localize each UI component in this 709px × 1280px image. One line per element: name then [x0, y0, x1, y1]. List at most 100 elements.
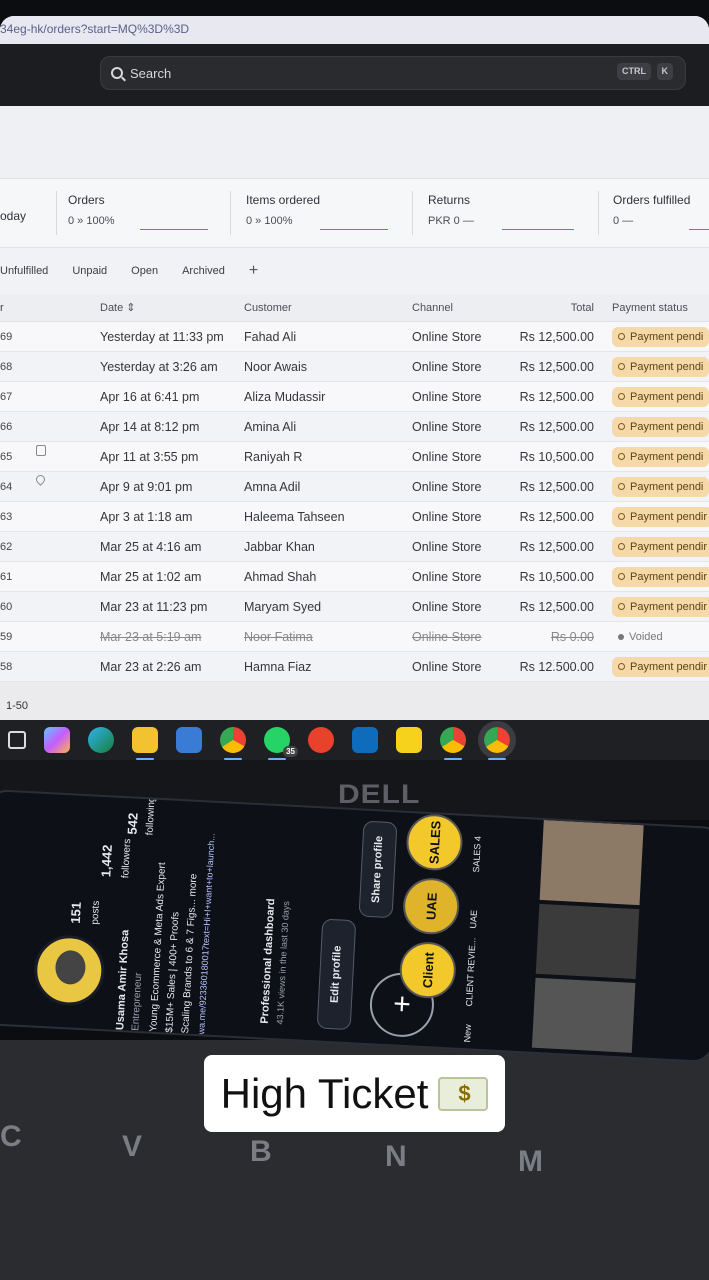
- bio-link[interactable]: wa.me/923360180017text=Hi+I+want+to+laun…: [196, 833, 217, 1035]
- sparkline: [320, 229, 388, 230]
- table-row[interactable]: 69 Yesterday at 11:33 pm Fahad Ali Onlin…: [0, 322, 709, 352]
- copilot-icon[interactable]: [44, 727, 70, 753]
- order-customer: Haleema Tahseen: [244, 509, 345, 524]
- tab-open[interactable]: Open: [131, 265, 158, 277]
- order-number: 58: [0, 660, 13, 673]
- payment-status-badge: Payment pendi: [612, 386, 709, 407]
- header-date[interactable]: Date ⇕: [100, 301, 244, 314]
- table-row[interactable]: 64 Apr 9 at 9:01 pm Amna Adil Online Sto…: [0, 472, 709, 502]
- edge-browser-icon[interactable]: [88, 727, 114, 753]
- payment-status-badge: Payment pendi: [612, 326, 709, 347]
- dashboard-title[interactable]: Professional dashboard: [259, 898, 278, 1024]
- order-total: Rs 12,500.00: [519, 389, 594, 404]
- divider: [598, 191, 599, 235]
- post-thumbnail[interactable]: [535, 903, 640, 980]
- microsoft-store-icon[interactable]: [176, 727, 202, 753]
- order-number: 68: [0, 360, 13, 373]
- table-header: r Date ⇕ Customer Channel Total Payment …: [0, 294, 709, 322]
- order-filter-tabs: Unfulfilled Unpaid Open Archived +: [0, 248, 709, 294]
- order-customer: Noor Awais: [244, 359, 307, 374]
- chrome-profile-icon[interactable]: [440, 727, 466, 760]
- task-view-icon[interactable]: [8, 731, 26, 749]
- header-payment-status[interactable]: Payment status: [602, 302, 709, 314]
- table-row[interactable]: 60 Mar 23 at 11:23 pm Maryam Syed Online…: [0, 592, 709, 622]
- order-date: Yesterday at 3:26 am: [100, 359, 218, 374]
- tab-unpaid[interactable]: Unpaid: [72, 265, 107, 277]
- order-customer: Aliza Mudassir: [244, 389, 326, 404]
- divider: [412, 191, 413, 235]
- order-channel: Online Store: [412, 569, 482, 584]
- highlight-uae[interactable]: UAE: [401, 876, 461, 936]
- highlight-label-uae: UAE: [468, 909, 480, 929]
- payment-status-badge: Payment pendir: [612, 536, 709, 557]
- table-row[interactable]: 62 Mar 25 at 4:16 am Jabbar Khan Online …: [0, 532, 709, 562]
- order-total: Rs 12,500.00: [519, 539, 594, 554]
- whatsapp-icon[interactable]: 35: [264, 727, 298, 760]
- metric-items-ordered[interactable]: Items ordered 0 » 100%: [246, 193, 388, 230]
- order-total: Rs 12,500.00: [519, 419, 594, 434]
- metric-returns[interactable]: Returns PKR 0 —: [428, 193, 574, 230]
- search-input[interactable]: Search CTRL K: [100, 56, 686, 90]
- windows-taskbar: 35: [0, 720, 709, 760]
- table-row[interactable]: 63 Apr 3 at 1:18 am Haleema Tahseen Onli…: [0, 502, 709, 532]
- order-channel: Online Store: [412, 359, 482, 374]
- metric-value: 0 » 100%: [68, 215, 115, 227]
- table-row[interactable]: 66 Apr 14 at 8:12 pm Amina Ali Online St…: [0, 412, 709, 442]
- post-thumbnail[interactable]: [531, 977, 636, 1053]
- header-channel[interactable]: Channel: [412, 302, 502, 314]
- table-row[interactable]: 65 Apr 11 at 3:55 pm Raniyah R Online St…: [0, 442, 709, 472]
- story-caption: High Ticket: [204, 1055, 505, 1132]
- order-customer: Maryam Syed: [244, 599, 322, 614]
- order-date: Apr 11 at 3:55 pm: [100, 449, 199, 464]
- profile-avatar[interactable]: [32, 933, 107, 1008]
- outlook-icon[interactable]: [352, 727, 378, 753]
- highlight-sales[interactable]: SALES: [405, 812, 464, 872]
- money-icon: [438, 1076, 489, 1111]
- chrome-icon[interactable]: [220, 727, 246, 760]
- order-customer: Hamna Fiaz: [244, 659, 312, 674]
- followers-count: 1,442: [98, 844, 115, 878]
- sparkline: [140, 229, 208, 230]
- post-thumbnail[interactable]: [539, 819, 644, 906]
- metric-orders[interactable]: Orders 0 » 100%: [68, 193, 208, 230]
- sticky-notes-icon[interactable]: [396, 727, 422, 753]
- metric-label: Orders: [68, 193, 105, 207]
- metric-label: Orders fulfilled: [613, 193, 691, 207]
- order-total: Rs 10,500.00: [519, 569, 594, 584]
- order-total: Rs 12,500.00: [519, 359, 594, 374]
- edit-profile-button[interactable]: Edit profile: [316, 918, 357, 1031]
- metric-orders-fulfilled[interactable]: Orders fulfilled 0 —: [613, 193, 709, 230]
- tab-archived[interactable]: Archived: [182, 265, 225, 277]
- table-row[interactable]: 67 Apr 16 at 6:41 pm Aliza Mudassir Onli…: [0, 382, 709, 412]
- order-channel: Online Store: [412, 509, 482, 524]
- wps-office-icon[interactable]: [308, 727, 334, 753]
- table-row[interactable]: 58 Mar 23 at 2:26 am Hamna Fiaz Online S…: [0, 652, 709, 682]
- key-b: B: [250, 1135, 272, 1168]
- table-row[interactable]: 68 Yesterday at 3:26 am Noor Awais Onlin…: [0, 352, 709, 382]
- header-customer[interactable]: Customer: [244, 302, 412, 314]
- bio-line-2: $15M+ Sales | 400+ Proofs: [164, 911, 182, 1033]
- payment-status-badge: Payment pendi: [612, 446, 709, 467]
- chrome-active-icon[interactable]: [478, 721, 516, 760]
- file-explorer-icon[interactable]: [132, 727, 158, 760]
- order-date: Mar 25 at 4:16 am: [100, 539, 202, 554]
- add-view-button[interactable]: +: [249, 262, 258, 280]
- order-date: Mar 23 at 11:23 pm: [100, 599, 208, 614]
- tab-unfulfilled[interactable]: Unfulfilled: [0, 265, 48, 277]
- order-customer: Ahmad Shah: [244, 569, 317, 584]
- order-total: Rs 10,500.00: [519, 449, 594, 464]
- metric-value: 0 —: [613, 215, 634, 227]
- order-number: 61: [0, 570, 13, 583]
- header-total[interactable]: Total: [502, 302, 602, 314]
- payment-status-badge: Payment pendi: [612, 356, 709, 377]
- payment-status-badge: Payment pendir: [612, 506, 709, 527]
- order-channel: Online Store: [412, 419, 482, 434]
- order-date: Apr 14 at 8:12 pm: [100, 419, 200, 434]
- address-bar[interactable]: 34eg-hk/orders?start=MQ%3D%3D: [0, 16, 709, 44]
- order-channel: Online Store: [412, 329, 482, 344]
- header-order[interactable]: r: [0, 302, 100, 314]
- period-selector[interactable]: oday: [0, 209, 26, 223]
- table-row[interactable]: 61 Mar 25 at 1:02 am Ahmad Shah Online S…: [0, 562, 709, 592]
- table-row[interactable]: 59 Mar 23 at 5:19 am Noor Fatima Online …: [0, 622, 709, 652]
- share-profile-button[interactable]: Share profile: [358, 820, 398, 919]
